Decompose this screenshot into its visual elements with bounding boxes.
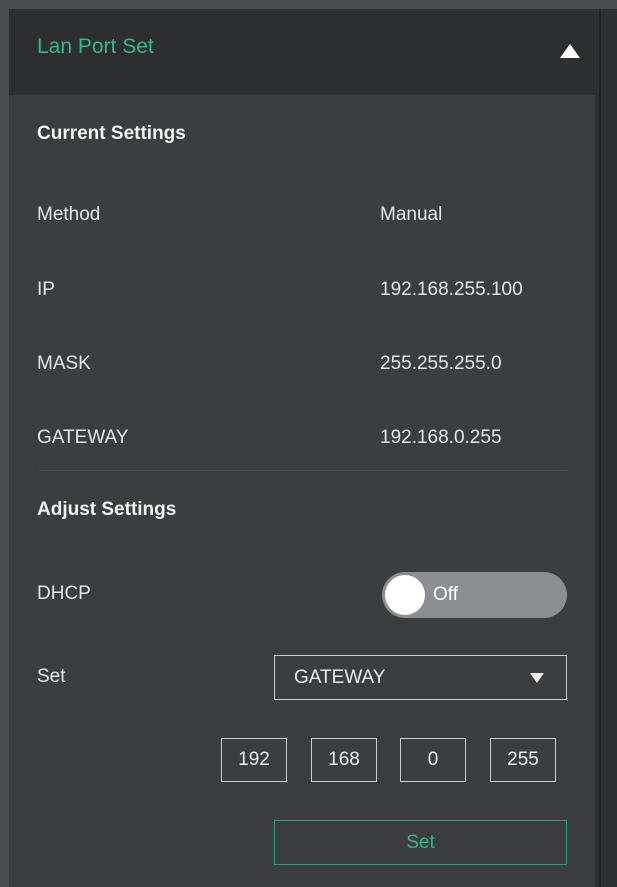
set-target-value: GATEWAY bbox=[294, 667, 386, 688]
adjust-settings-title: Adjust Settings bbox=[37, 499, 177, 520]
mask-label: MASK bbox=[37, 353, 91, 374]
triangle-down-icon bbox=[530, 673, 544, 683]
gateway-value: 192.168.0.255 bbox=[380, 427, 502, 448]
dhcp-label: DHCP bbox=[37, 583, 91, 604]
set-button[interactable]: Set bbox=[274, 820, 567, 865]
set-target-select[interactable]: GATEWAY bbox=[274, 655, 567, 700]
ip-octet-4[interactable] bbox=[490, 738, 556, 782]
ip-label: IP bbox=[37, 279, 55, 300]
method-label: Method bbox=[37, 204, 101, 225]
set-label: Set bbox=[37, 666, 66, 687]
dhcp-state: Off bbox=[433, 584, 458, 605]
panel-title: Lan Port Set bbox=[37, 35, 154, 58]
ip-octet-3[interactable] bbox=[400, 738, 466, 782]
gateway-label: GATEWAY bbox=[37, 427, 129, 448]
mask-value: 255.255.255.0 bbox=[380, 353, 502, 374]
ip-octet-1[interactable] bbox=[221, 738, 287, 782]
toggle-knob bbox=[385, 575, 425, 615]
triangle-up-icon[interactable] bbox=[559, 43, 581, 59]
method-value: Manual bbox=[380, 204, 443, 225]
dhcp-toggle[interactable]: Off bbox=[382, 572, 567, 618]
lan-port-panel: Lan Port Set Current Settings Method Man… bbox=[9, 9, 595, 887]
ip-octet-2[interactable] bbox=[311, 738, 377, 782]
current-settings-title: Current Settings bbox=[37, 123, 186, 144]
section-divider bbox=[39, 470, 567, 471]
scrollbar-track bbox=[599, 9, 601, 887]
ip-value: 192.168.255.100 bbox=[380, 279, 523, 300]
scrollbar[interactable] bbox=[595, 9, 617, 887]
panel-header[interactable]: Lan Port Set bbox=[9, 9, 595, 95]
